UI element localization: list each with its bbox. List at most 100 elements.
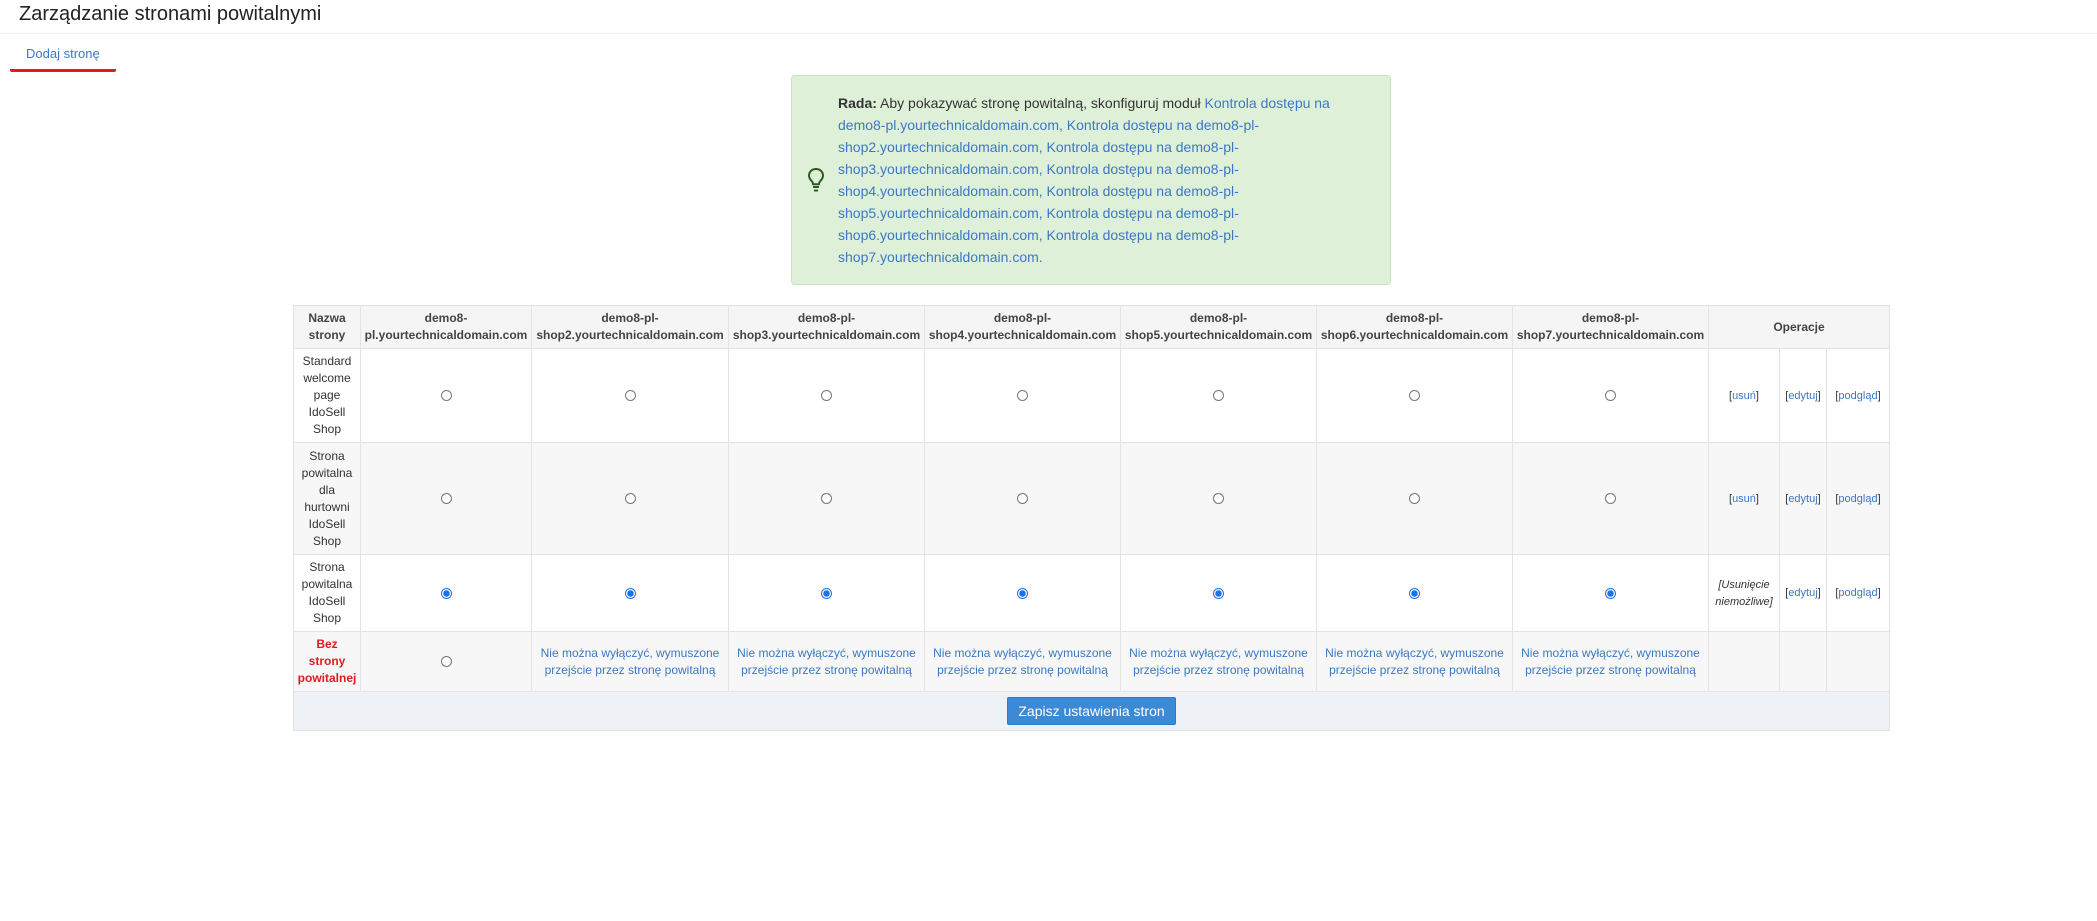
page-radio[interactable] [1409, 390, 1420, 402]
column-header-shop: demo8-pl-shop6.yourtechnicaldomain.com [1316, 305, 1513, 349]
radio-cell [1512, 554, 1709, 632]
hint-text: Rada: Aby pokazywać stronę powitalną, sk… [838, 92, 1368, 268]
radio-cell [1120, 348, 1317, 443]
radio-cell [924, 554, 1121, 632]
radio-cell [728, 554, 925, 632]
hint-label: Rada: [838, 95, 877, 111]
forced-welcome-note: Nie można wyłączyć, wymuszone przejście p… [728, 631, 925, 692]
table-header-row: Nazwa strony demo8- pl.yourtechnicaldomain… [293, 305, 1891, 349]
save-settings-button[interactable]: Zapisz ustawienia stron [1007, 697, 1176, 725]
column-header-shop: demo8-pl-shop3.yourtechnicaldomain.com [728, 305, 925, 349]
page-name-cell: Standard welcome page IdoSell Shop [293, 348, 361, 443]
page-radio[interactable] [1017, 493, 1028, 505]
add-page-tab[interactable]: Dodaj stronę [10, 44, 116, 72]
op-preview-cell: [podgląd] [1825, 442, 1891, 555]
column-header-shop: demo8-pl-shop2.yourtechnicaldomain.com [531, 305, 729, 349]
tab-bar: Dodaj stronę [10, 44, 116, 72]
column-header-shop: demo8-pl-shop5.yourtechnicaldomain.com [1120, 305, 1317, 349]
op-delete-cell: [usuń] [1708, 348, 1780, 443]
empty-cell [1779, 631, 1827, 692]
page-radio[interactable] [1213, 390, 1224, 402]
hint-link[interactable]: demo8-pl.yourtechnicaldomain.com, Kontro… [838, 114, 1368, 136]
page-name-cell: Strona powitalna dla hurtowni IdoSell Shop [293, 442, 361, 555]
page-radio[interactable] [821, 587, 832, 599]
page-radio[interactable] [1409, 587, 1420, 599]
no-page-radio[interactable] [440, 656, 452, 668]
forced-welcome-note: Nie można wyłączyć, wymuszone przejście p… [1120, 631, 1317, 692]
preview-link[interactable]: podgląd [1838, 493, 1877, 505]
title-divider [0, 33, 2097, 34]
page-radio[interactable] [1213, 493, 1224, 505]
forced-welcome-note: Nie można wyłączyć, wymuszone przejście p… [531, 631, 729, 692]
page-radio[interactable] [1409, 493, 1420, 505]
forced-welcome-note: Nie można wyłączyć, wymuszone przejście p… [1512, 631, 1709, 692]
edit-link[interactable]: edytuj [1788, 587, 1817, 599]
preview-link[interactable]: podgląd [1838, 390, 1877, 402]
page-radio[interactable] [624, 493, 636, 505]
hint-link[interactable]: shop2.yourtechnicaldomain.com, Kontrola … [838, 136, 1368, 158]
hint-link[interactable]: shop4.yourtechnicaldomain.com, Kontrola … [838, 180, 1368, 202]
column-header-name: Nazwa strony [293, 305, 361, 349]
radio-cell [728, 348, 925, 443]
radio-cell [924, 348, 1121, 443]
lightbulb-icon [807, 167, 825, 192]
radio-cell [728, 442, 925, 555]
hint-link[interactable]: shop6.yourtechnicaldomain.com, Kontrola … [838, 224, 1368, 246]
page-radio[interactable] [821, 390, 832, 402]
page-radio[interactable] [1605, 493, 1616, 505]
radio-cell [924, 442, 1121, 555]
hint-box: Rada: Aby pokazywać stronę powitalną, sk… [791, 75, 1391, 285]
op-edit-cell: [edytuj] [1779, 554, 1827, 632]
preview-link[interactable]: podgląd [1838, 587, 1877, 599]
op-edit-cell: [edytuj] [1779, 442, 1827, 555]
delete-link[interactable]: usuń [1732, 390, 1756, 402]
table-row-no-page: Bez strony powitalnej Nie można wyłączyć, … [293, 631, 1891, 692]
radio-cell [360, 631, 532, 692]
hint-link[interactable]: shop5.yourtechnicaldomain.com, Kontrola … [838, 202, 1368, 224]
radio-cell [360, 554, 532, 632]
column-header-operations: Operacje [1707, 305, 1891, 349]
hint-intro: Aby pokazywać stronę powitalną, skonfigu… [876, 95, 1205, 111]
radio-cell [1316, 442, 1513, 555]
page-radio[interactable] [1213, 587, 1224, 599]
op-preview-cell: [podgląd] [1825, 348, 1891, 443]
page-radio[interactable] [440, 587, 452, 599]
radio-cell [531, 554, 729, 632]
hint-link[interactable]: shop7.yourtechnicaldomain.com. [838, 246, 1368, 268]
table-row: Strona powitalna dla hurtowni IdoSell Shop [u… [293, 442, 1891, 555]
welcome-pages-table: Nazwa strony demo8- pl.yourtechnicaldomain… [292, 305, 1891, 731]
radio-cell [1120, 554, 1317, 632]
page-radio[interactable] [624, 390, 636, 402]
page-radio[interactable] [1605, 390, 1616, 402]
page-radio[interactable] [821, 493, 832, 505]
radio-cell [531, 442, 729, 555]
edit-link[interactable]: edytuj [1788, 390, 1817, 402]
page-radio[interactable] [624, 587, 636, 599]
page-radio[interactable] [440, 493, 452, 505]
hint-link[interactable]: Kontrola dostępu na [1205, 95, 1330, 111]
table-row: Strona powitalna IdoSell Shop [Usunięcie nie… [293, 554, 1891, 632]
hint-link[interactable]: shop3.yourtechnicaldomain.com, Kontrola … [838, 158, 1368, 180]
table-row: Standard welcome page IdoSell Shop [usuń] [e… [293, 348, 1891, 443]
column-header-shop: demo8-pl-shop4.yourtechnicaldomain.com [924, 305, 1121, 349]
page-name-cell: Strona powitalna IdoSell Shop [293, 554, 361, 632]
radio-cell [360, 348, 532, 443]
column-header-shop: demo8-pl-shop7.yourtechnicaldomain.com [1512, 305, 1709, 349]
page-radio[interactable] [440, 390, 452, 402]
page-radio[interactable] [1017, 390, 1028, 402]
edit-link[interactable]: edytuj [1788, 493, 1817, 505]
no-page-name-cell: Bez strony powitalnej [293, 631, 361, 692]
op-preview-cell: [podgląd] [1825, 554, 1891, 632]
op-delete-cell: [usuń] [1708, 442, 1780, 555]
delete-not-possible: [Usunięcie niemożliwe] [1715, 579, 1773, 608]
radio-cell [1512, 442, 1709, 555]
page-radio[interactable] [1605, 587, 1616, 599]
radio-cell [360, 442, 532, 555]
radio-cell [1120, 442, 1317, 555]
delete-link[interactable]: usuń [1732, 493, 1756, 505]
radio-cell [1316, 348, 1513, 443]
forced-welcome-note: Nie można wyłączyć, wymuszone przejście p… [924, 631, 1121, 692]
page-title: Zarządzanie stronami powitalnymi [19, 3, 322, 25]
page-radio[interactable] [1017, 587, 1028, 599]
radio-cell [531, 348, 729, 443]
